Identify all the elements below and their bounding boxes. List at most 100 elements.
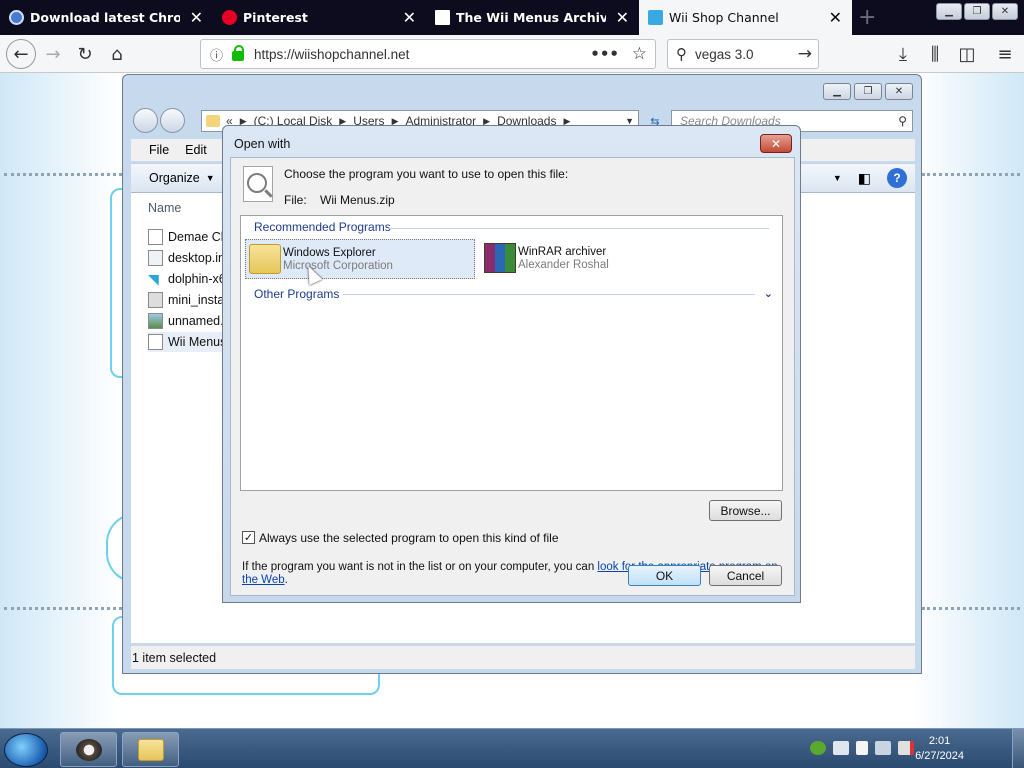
program-publisher: Alexander Roshal <box>518 259 609 271</box>
folder-icon <box>138 739 164 761</box>
tab-pinterest[interactable]: Pinterest ✕ <box>213 0 426 35</box>
minimize-button[interactable]: ▁ <box>823 83 851 100</box>
cancel-button[interactable]: Cancel <box>709 565 782 586</box>
list-item[interactable]: unnamed. <box>148 311 224 331</box>
close-icon[interactable]: ✕ <box>403 8 416 27</box>
program-winrar[interactable]: WinRAR archiver Alexander Roshal <box>481 239 711 279</box>
downloads-icon[interactable]: ⤓ <box>890 41 916 67</box>
close-icon[interactable]: ✕ <box>760 134 792 153</box>
minimize-button[interactable]: ▁ <box>936 3 962 20</box>
flag-icon[interactable] <box>856 741 868 755</box>
system-tray <box>810 741 914 755</box>
taskbar-app-browser[interactable] <box>60 732 117 767</box>
cancel-label: Cancel <box>726 568 765 583</box>
page-gradient-right <box>914 73 1024 728</box>
list-item[interactable]: desktop.in <box>148 248 225 268</box>
menu-file[interactable]: File <box>149 143 169 157</box>
toolbar-right: ▼ ◧ ? <box>833 168 907 188</box>
always-use-label[interactable]: Always use the selected program to open … <box>259 531 559 545</box>
start-button[interactable] <box>4 733 48 767</box>
winrar-icon <box>148 334 163 350</box>
dialog-title: Open with <box>234 137 291 151</box>
url-text[interactable]: https://wiishopchannel.net <box>254 47 409 62</box>
back-button[interactable]: ← <box>6 39 36 69</box>
group-divider <box>389 228 769 229</box>
forward-button[interactable] <box>160 108 185 133</box>
group-divider <box>343 294 755 295</box>
other-programs-header[interactable]: Other Programs <box>254 287 339 301</box>
browser-tab-bar: Download latest Chromium ✕ Pinterest ✕ T… <box>0 0 1024 35</box>
chevron-down-icon[interactable]: ▼ <box>206 173 215 183</box>
tab-wii-shop-channel[interactable]: Wii Shop Channel ✕ <box>639 0 852 35</box>
window-controls: ▁ ❐ ✕ <box>936 3 1018 20</box>
close-icon[interactable]: ✕ <box>829 8 842 27</box>
volume-muted-icon[interactable] <box>898 741 914 755</box>
browse-button[interactable]: Browse... <box>709 500 782 521</box>
bookmark-star-icon[interactable]: ☆ <box>632 44 647 64</box>
settings-file-icon <box>148 250 163 266</box>
close-window-button[interactable]: ✕ <box>992 3 1018 20</box>
file-name: mini_insta <box>168 293 225 307</box>
dotted-divider <box>922 607 1020 610</box>
clock-date: 6/27/2024 <box>915 750 964 762</box>
close-icon[interactable]: ✕ <box>616 8 629 27</box>
file-name: unnamed. <box>168 314 224 328</box>
show-desktop-button[interactable] <box>1012 729 1024 768</box>
preview-pane-icon[interactable]: ◧ <box>858 170 871 187</box>
lock-icon <box>232 45 245 61</box>
chevron-down-icon[interactable]: ⌄ <box>764 287 773 300</box>
list-item[interactable]: ◥ dolphin-x6 <box>148 269 226 289</box>
network-icon[interactable] <box>875 741 891 755</box>
archive-icon <box>435 10 450 25</box>
recommended-programs-header: Recommended Programs <box>254 220 391 234</box>
new-tab-button[interactable]: + <box>858 5 876 30</box>
dotted-divider <box>922 173 1020 176</box>
program-name: Windows Explorer <box>283 247 376 259</box>
ok-button[interactable]: OK <box>628 565 701 586</box>
menu-edit[interactable]: Edit <box>185 143 207 157</box>
list-item[interactable]: mini_insta <box>148 290 224 310</box>
info-icon[interactable]: ⓘ <box>210 45 223 64</box>
search-bar[interactable]: ⚲ vegas 3.0 → <box>667 39 819 69</box>
organize-button[interactable]: Organize <box>149 171 200 185</box>
help-icon[interactable]: ? <box>887 168 907 188</box>
search-input[interactable]: vegas 3.0 <box>695 47 754 62</box>
library-icon[interactable]: ⫼ <box>922 41 948 67</box>
close-window-button[interactable]: ✕ <box>885 83 913 100</box>
close-icon[interactable]: ✕ <box>190 8 203 27</box>
maximize-button[interactable]: ❐ <box>964 3 990 20</box>
page-actions-icon[interactable]: ••• <box>590 45 619 63</box>
dolphin-icon: ◥ <box>148 271 159 287</box>
clock[interactable]: 2:01 6/27/2024 <box>915 734 964 764</box>
image-file-icon <box>148 313 163 329</box>
file-name: Wii Menus <box>168 335 227 349</box>
status-text: 1 item selected <box>132 650 217 665</box>
list-item-selected[interactable]: Wii Menus <box>148 332 227 352</box>
file-icon <box>148 229 163 245</box>
file-label: File: <box>284 193 307 207</box>
folder-icon <box>249 244 281 274</box>
taskbar-app-explorer[interactable] <box>122 732 179 767</box>
menu-icon[interactable]: ≡ <box>992 41 1018 67</box>
view-options-icon[interactable]: ▼ <box>833 173 842 183</box>
list-item[interactable]: Demae Ch <box>148 227 228 247</box>
browser-nav-bar: ← → ↻ ⌂ ⓘ https://wiishopchannel.net •••… <box>0 35 1024 73</box>
sidebar-icon[interactable]: ◫ <box>954 41 980 67</box>
column-header-name[interactable]: Name <box>148 201 181 215</box>
back-button[interactable] <box>133 108 158 133</box>
tab-wii-menus-archive[interactable]: The Wii Menus Archive (All v ✕ <box>426 0 639 35</box>
search-go-icon[interactable]: → <box>798 44 812 64</box>
dialog-prompt: Choose the program you want to use to op… <box>284 167 569 181</box>
tab-chromium[interactable]: Download latest Chromium ✕ <box>0 0 213 35</box>
reload-button[interactable]: ↻ <box>72 41 98 67</box>
url-bar[interactable]: ⓘ https://wiishopchannel.net ••• ☆ <box>200 39 656 69</box>
dotted-divider <box>4 607 122 610</box>
always-use-checkbox[interactable]: ✓ <box>242 531 255 544</box>
maximize-button[interactable]: ❐ <box>854 83 882 100</box>
forward-button[interactable]: → <box>40 41 66 67</box>
installer-icon <box>148 292 163 308</box>
program-windows-explorer[interactable]: Windows Explorer Microsoft Corporation <box>245 239 475 279</box>
device-icon[interactable] <box>833 741 849 755</box>
home-button[interactable]: ⌂ <box>104 41 130 67</box>
security-icon[interactable] <box>810 741 826 755</box>
